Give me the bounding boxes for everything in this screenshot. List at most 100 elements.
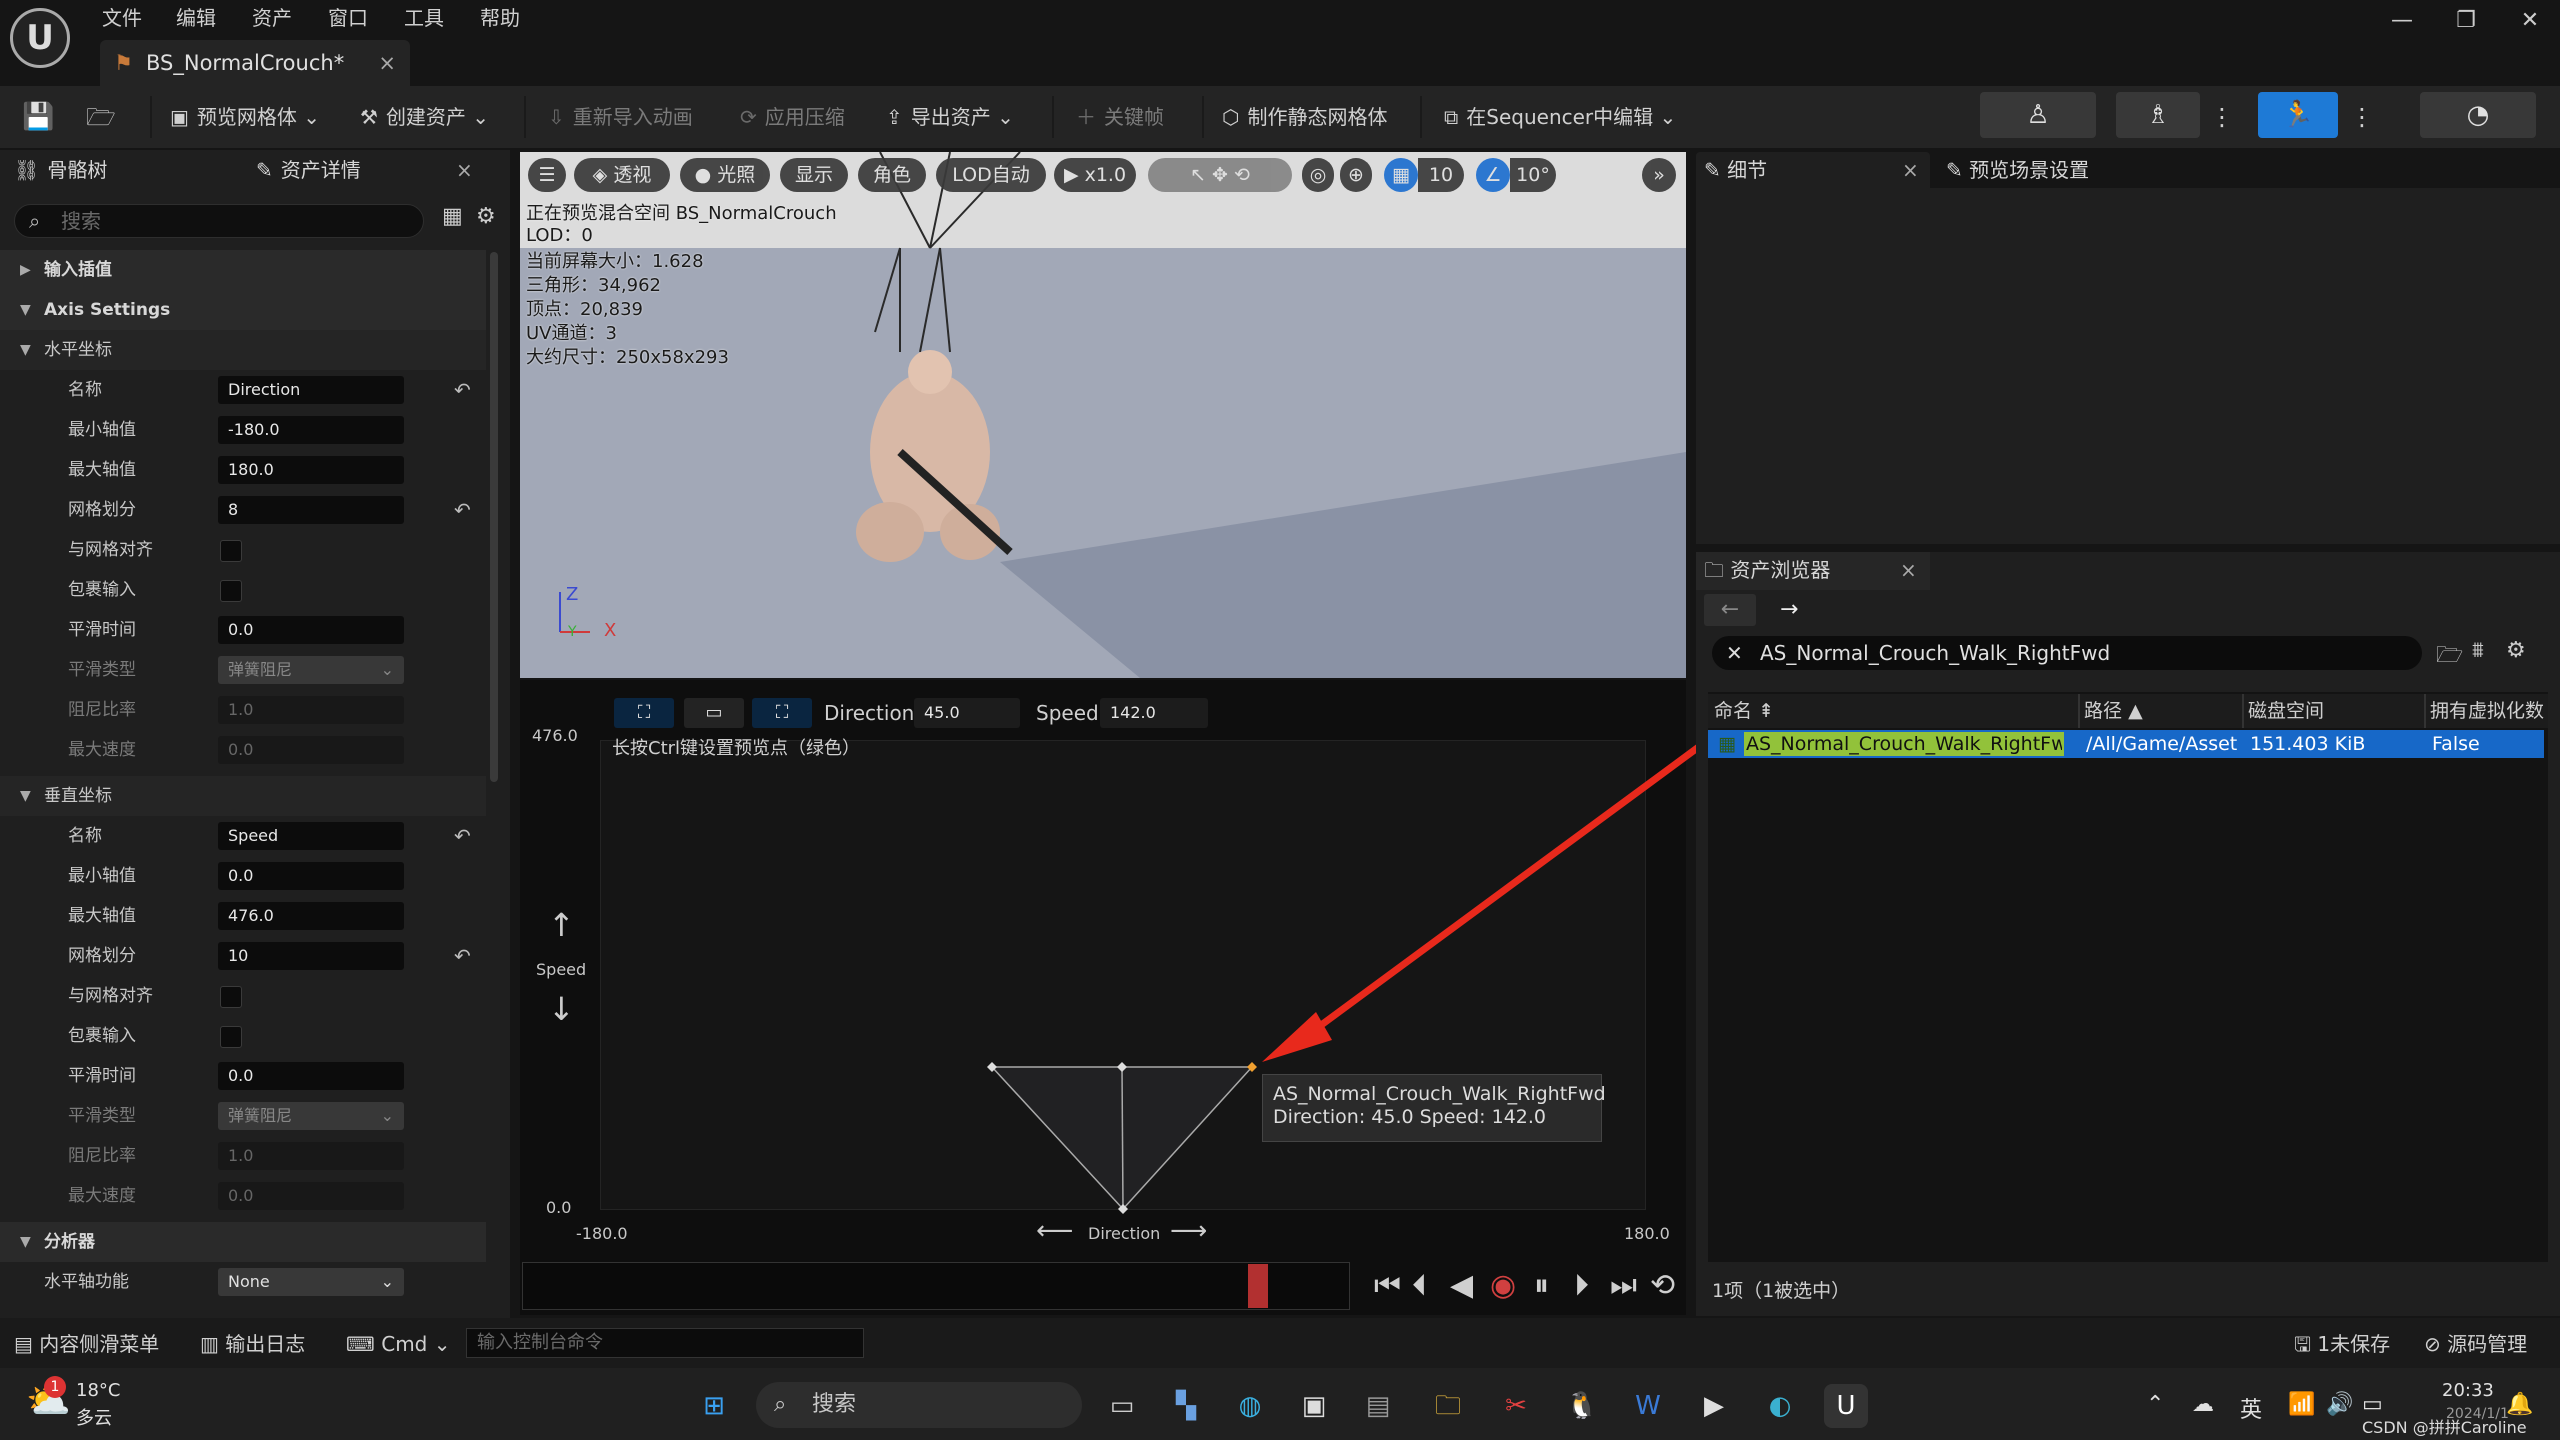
v-snap-checkbox[interactable] — [220, 986, 242, 1008]
source-control-button[interactable]: ⊘ 源码管理 — [2424, 1330, 2527, 1358]
word-icon[interactable]: W — [1626, 1384, 1670, 1428]
direction-input[interactable]: 45.0 — [914, 698, 1020, 728]
column-path[interactable]: 路径 ▲ — [2084, 694, 2143, 728]
filter-icon[interactable]: ⩩ — [2472, 638, 2484, 663]
reset-icon[interactable]: ↶ — [454, 816, 471, 856]
section-horizontal-axis[interactable]: ▼ 水平坐标 — [0, 330, 486, 370]
character-button[interactable]: 角色 — [858, 158, 926, 192]
h-min-field[interactable]: -180.0 — [218, 416, 404, 444]
minimize-button[interactable]: — — [2382, 8, 2422, 33]
console-input[interactable]: 输入控制台命令 — [466, 1328, 864, 1358]
v-smooth-type-select[interactable]: 弹簧阻尼 ⌄ — [218, 1102, 404, 1130]
content-drawer-button[interactable]: ▤ 内容侧滑菜单 — [14, 1330, 159, 1358]
scrollbar[interactable] — [490, 252, 498, 782]
speed-input[interactable]: 142.0 — [1100, 698, 1208, 728]
menu-tools[interactable]: 工具 — [404, 2, 444, 34]
screenshot-app-icon[interactable]: ✂ — [1494, 1384, 1538, 1428]
v-smooth-time-field[interactable]: 0.0 — [218, 1062, 404, 1090]
v-min-field[interactable]: 0.0 — [218, 862, 404, 890]
v-wrap-checkbox[interactable] — [220, 1026, 242, 1048]
v-max-field[interactable]: 476.0 — [218, 902, 404, 930]
grid-snap-icon[interactable]: ▦ — [1384, 158, 1418, 192]
expand-icon[interactable]: » — [1642, 158, 1676, 192]
details-search-input[interactable]: ⌕ 搜索 — [14, 204, 424, 238]
create-asset-button[interactable]: ⚒ 创建资产 ⌄ — [360, 98, 489, 136]
asset-search-input[interactable]: ✕ AS_Normal_Crouch_Walk_RightFwd — [1712, 636, 2422, 670]
v-name-field[interactable]: Speed — [218, 822, 404, 850]
column-disk-size[interactable]: 磁盘空间 — [2248, 694, 2324, 728]
perspective-button[interactable]: ◈ 透视 — [574, 158, 670, 192]
step-forward-icon[interactable]: ⏵ — [1574, 1266, 1589, 1306]
tray-overflow-icon[interactable]: ⌃ — [2146, 1392, 2164, 1417]
h-func-select[interactable]: None ⌄ — [218, 1268, 404, 1296]
section-axis-settings[interactable]: ▼ Axis Settings — [0, 290, 486, 330]
settings-gear-icon[interactable]: ⚙ — [2506, 638, 2526, 663]
viewport-menu-button[interactable]: ☰ — [528, 158, 566, 192]
skip-end-icon[interactable]: ⏭ — [1610, 1266, 1637, 1306]
close-asset-browser-icon[interactable]: × — [1900, 552, 1917, 588]
cmd-dropdown[interactable]: ⌨ Cmd ⌄ — [346, 1330, 451, 1358]
restore-button[interactable]: ❐ — [2446, 8, 2486, 33]
play-reverse-icon[interactable]: ◀ — [1450, 1266, 1473, 1306]
section-input-interp[interactable]: ▶ 输入插值 — [0, 250, 486, 290]
notification-icon[interactable]: 🔔 — [2506, 1392, 2533, 1417]
folder-browse-icon[interactable]: 🗁 — [2436, 638, 2463, 676]
apply-compression-button[interactable]: ⟳ 应用压缩 — [740, 98, 845, 136]
unreal-taskbar-icon[interactable]: U — [1824, 1384, 1868, 1428]
close-tab-icon[interactable]: × — [378, 40, 396, 86]
timeline-scrubber[interactable] — [522, 1262, 1350, 1310]
task-view-icon[interactable]: ▭ — [1100, 1384, 1144, 1428]
skeleton-mode-button[interactable]: ♙ — [1980, 92, 2096, 138]
media-player-icon[interactable]: ▶ — [1692, 1384, 1736, 1428]
reimport-anim-button[interactable]: ⇩ 重新导入动画 — [548, 98, 693, 136]
taskbar-search[interactable]: ⌕ 搜索 — [756, 1382, 1082, 1428]
windows-start-icon[interactable]: ⊞ — [692, 1384, 736, 1428]
export-asset-button[interactable]: ⇪ 导出资产 ⌄ — [886, 98, 1014, 136]
edge-icon[interactable]: ◐ — [1758, 1384, 1802, 1428]
surface-snap-icon[interactable]: ◎ — [1302, 158, 1334, 192]
angle-snap-value[interactable]: 10° — [1510, 158, 1556, 192]
column-virtualized[interactable]: 拥有虚拟化数 — [2430, 694, 2546, 728]
pause-icon[interactable]: ⏸ — [1534, 1266, 1549, 1306]
h-max-field[interactable]: 180.0 — [218, 456, 404, 484]
close-details-icon[interactable]: × — [1902, 152, 1919, 188]
show-triangulation-icon[interactable]: ▭ — [684, 698, 744, 728]
qq-icon[interactable]: 🐧 — [1560, 1384, 1604, 1428]
play-speed-button[interactable]: ▶ x1.0 — [1054, 158, 1136, 192]
edit-in-sequencer-button[interactable]: ⧉ 在Sequencer中编辑 ⌄ — [1444, 98, 1676, 136]
section-vertical-axis[interactable]: ▼ 垂直坐标 — [0, 776, 486, 816]
menu-help[interactable]: 帮助 — [480, 2, 520, 34]
menu-edit[interactable]: 编辑 — [176, 2, 216, 34]
app-icon[interactable]: ▤ — [1356, 1384, 1400, 1428]
lit-button[interactable]: ● 光照 — [680, 158, 770, 192]
h-smooth-time-field[interactable]: 0.0 — [218, 616, 404, 644]
world-local-icon[interactable]: ⊕ — [1340, 158, 1372, 192]
keyframe-button[interactable]: ＋ 关键帧 — [1076, 98, 1164, 136]
h-name-field[interactable]: Direction — [218, 376, 404, 404]
menu-window[interactable]: 窗口 — [328, 2, 368, 34]
h-snap-checkbox[interactable] — [220, 540, 242, 562]
playhead[interactable] — [1248, 1264, 1268, 1308]
clear-search-icon[interactable]: ✕ — [1726, 636, 1743, 670]
ime-indicator[interactable]: 英 — [2240, 1392, 2262, 1424]
browser-icon[interactable]: ◍ — [1228, 1384, 1272, 1428]
reset-icon[interactable]: ↶ — [454, 490, 471, 530]
clock-time[interactable]: 20:33 — [2442, 1380, 2494, 1401]
show-button[interactable]: 显示 — [780, 158, 848, 192]
make-static-mesh-button[interactable]: ⬡ 制作静态网格体 — [1222, 98, 1387, 136]
h-smooth-type-select[interactable]: 弹簧阻尼 ⌄ — [218, 656, 404, 684]
show-animation-names-icon[interactable]: ⛶ — [752, 698, 812, 728]
step-back-icon[interactable]: ⏴ — [1412, 1266, 1427, 1306]
loop-icon[interactable]: ⟲ — [1650, 1266, 1675, 1306]
grid-snap-value[interactable]: 10 — [1418, 158, 1464, 192]
lod-button[interactable]: LOD自动 — [936, 158, 1046, 192]
tab-skeleton-tree[interactable]: ⛓ 骨骼树 — [14, 152, 107, 188]
output-log-button[interactable]: ▥ 输出日志 — [200, 1330, 305, 1358]
skip-start-icon[interactable]: ⏮ — [1374, 1266, 1401, 1306]
file-explorer-icon[interactable]: 🗀 — [1426, 1384, 1470, 1428]
back-arrow-icon[interactable]: ← — [1704, 594, 1756, 626]
volume-icon[interactable]: 🔊 — [2326, 1392, 2353, 1417]
store-icon[interactable]: ▣ — [1292, 1384, 1336, 1428]
document-tab[interactable]: ⚑ BS_NormalCrouch* × — [100, 40, 410, 86]
transform-tools[interactable]: ↖ ✥ ⟲ — [1148, 158, 1292, 192]
